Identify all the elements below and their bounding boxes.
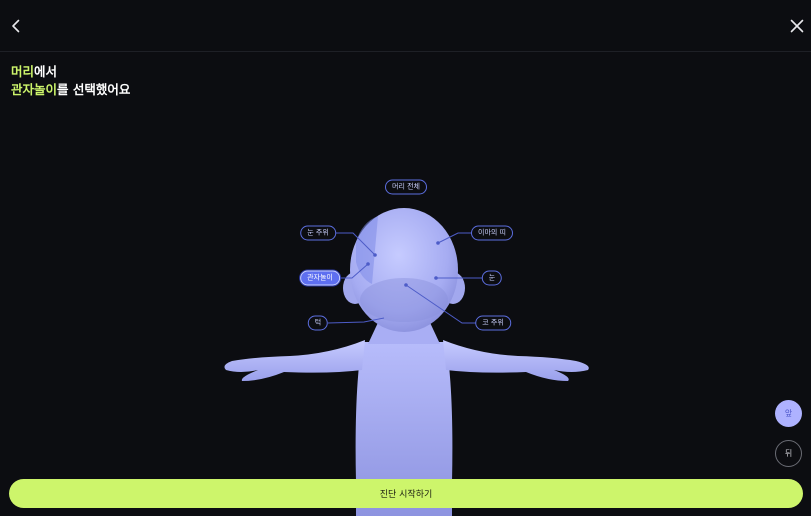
start-diagnosis-button[interactable]: 진단 시작하기	[9, 479, 803, 508]
chevron-left-icon	[12, 19, 20, 33]
label-around-eyes[interactable]: 눈 주위	[300, 225, 336, 241]
close-icon	[790, 19, 804, 33]
body-model-stage[interactable]: 머리 전체 눈 주위 이마의 띠 관자놀이 눈 턱 코 주위	[0, 52, 811, 516]
label-jaw[interactable]: 턱	[307, 315, 329, 331]
view-back-button[interactable]: 뒤	[775, 440, 802, 467]
close-button[interactable]	[786, 15, 808, 37]
label-temple[interactable]: 관자놀이	[300, 270, 340, 286]
top-bar	[0, 0, 811, 52]
back-button[interactable]	[5, 15, 27, 37]
view-front-button[interactable]: 앞	[775, 400, 802, 427]
label-around-nose[interactable]: 코 주위	[475, 315, 511, 331]
jaw-shadow	[360, 278, 448, 322]
body-figure[interactable]	[0, 52, 811, 516]
label-whole-head[interactable]: 머리 전체	[385, 179, 427, 195]
label-eye[interactable]: 눈	[481, 270, 503, 286]
label-forehead[interactable]: 이마의 띠	[471, 225, 513, 241]
